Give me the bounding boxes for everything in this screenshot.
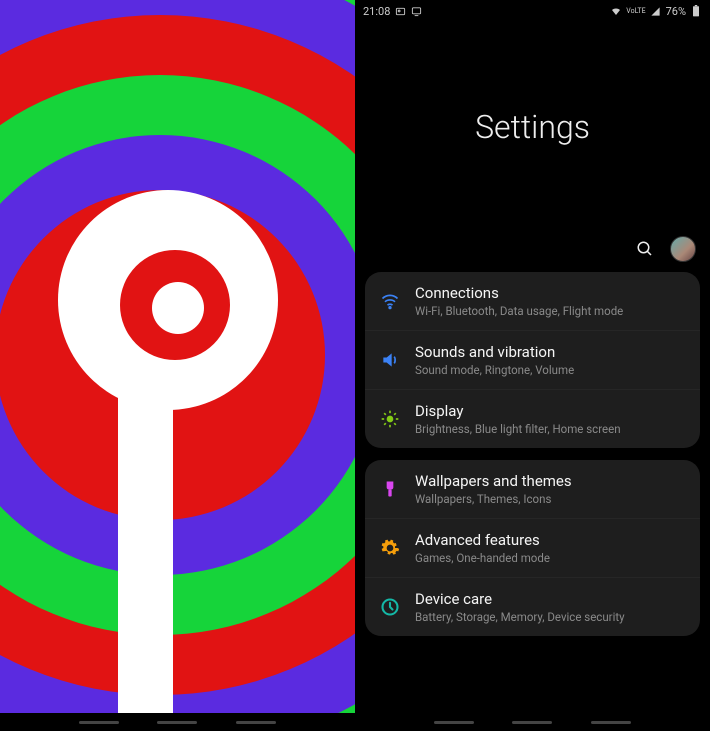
settings-item-advanced[interactable]: Advanced features Games, One-handed mode <box>365 519 700 578</box>
network-label: VoLTE <box>626 8 645 15</box>
search-icon <box>636 240 654 258</box>
wallpaper-panel <box>0 0 355 731</box>
nav-bar <box>355 713 710 731</box>
item-subtitle: Wallpapers, Themes, Icons <box>415 492 686 506</box>
item-title: Sounds and vibration <box>415 343 686 361</box>
settings-item-connections[interactable]: Connections Wi-Fi, Bluetooth, Data usage… <box>365 272 700 331</box>
nav-recent[interactable] <box>79 721 119 724</box>
screenshot-icon <box>394 5 406 17</box>
settings-item-sounds[interactable]: Sounds and vibration Sound mode, Rington… <box>365 331 700 390</box>
cast-icon <box>410 5 422 17</box>
item-title: Advanced features <box>415 531 686 549</box>
settings-item-wallpapers[interactable]: Wallpapers and themes Wallpapers, Themes… <box>365 460 700 519</box>
wifi-icon <box>379 290 401 312</box>
settings-item-display[interactable]: Display Brightness, Blue light filter, H… <box>365 390 700 448</box>
gear-icon <box>379 537 401 559</box>
nav-bar-left <box>0 713 355 731</box>
item-subtitle: Brightness, Blue light filter, Home scre… <box>415 422 686 436</box>
item-title: Display <box>415 402 686 420</box>
settings-item-device-care[interactable]: Device care Battery, Storage, Memory, De… <box>365 578 700 636</box>
device-care-icon <box>379 596 401 618</box>
settings-group: Wallpapers and themes Wallpapers, Themes… <box>365 460 700 636</box>
item-title: Connections <box>415 284 686 302</box>
item-subtitle: Sound mode, Ringtone, Volume <box>415 363 686 377</box>
profile-avatar[interactable] <box>670 236 696 262</box>
brightness-icon <box>379 408 401 430</box>
item-title: Device care <box>415 590 686 608</box>
nav-back[interactable] <box>236 721 276 724</box>
settings-screen: 21:08 VoLTE 76% Settings <box>355 0 710 731</box>
status-bar: 21:08 VoLTE 76% <box>355 0 710 22</box>
settings-group: Connections Wi-Fi, Bluetooth, Data usage… <box>365 272 700 448</box>
status-time: 21:08 <box>363 5 390 18</box>
item-subtitle: Wi-Fi, Bluetooth, Data usage, Flight mod… <box>415 304 686 318</box>
nav-home[interactable] <box>512 721 552 724</box>
item-subtitle: Games, One-handed mode <box>415 551 686 565</box>
nav-recent[interactable] <box>434 721 474 724</box>
item-title: Wallpapers and themes <box>415 472 686 490</box>
header: Settings <box>355 22 710 272</box>
nav-back[interactable] <box>591 721 631 724</box>
settings-list: Connections Wi-Fi, Bluetooth, Data usage… <box>355 272 710 713</box>
item-subtitle: Battery, Storage, Memory, Device securit… <box>415 610 686 624</box>
android-p-logo <box>0 0 355 731</box>
nav-home[interactable] <box>157 721 197 724</box>
wifi-status-icon <box>610 5 622 17</box>
battery-icon <box>690 5 702 17</box>
search-button[interactable] <box>634 238 656 260</box>
brush-icon <box>379 478 401 500</box>
sound-icon <box>379 349 401 371</box>
battery-percent: 76% <box>666 5 686 18</box>
page-title: Settings <box>475 108 590 146</box>
signal-icon <box>650 5 662 17</box>
